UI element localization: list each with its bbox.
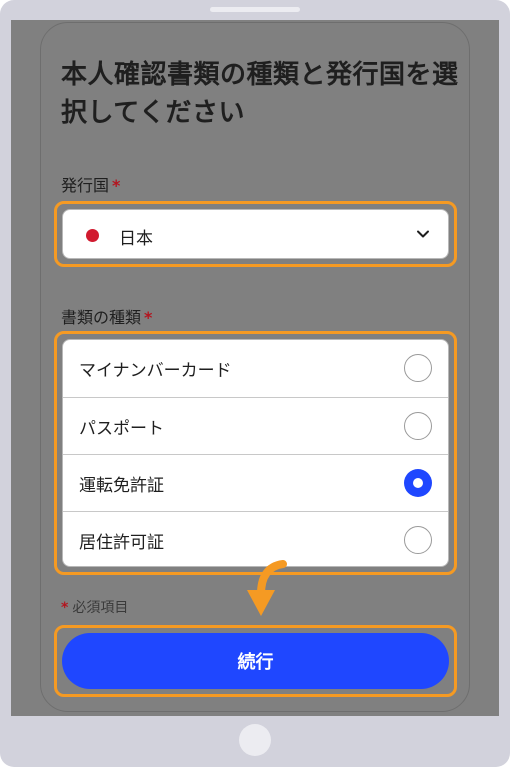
radio-button[interactable] xyxy=(404,354,432,382)
radio-option-my-number-card[interactable]: マイナンバーカード xyxy=(63,340,448,397)
radio-option-drivers-license[interactable]: 運転免許証 xyxy=(63,454,448,511)
required-note-text: 必須項目 xyxy=(72,600,129,616)
radio-option-label: 居住許可証 xyxy=(79,533,164,553)
document-type-label-text: 書類の種類 xyxy=(61,308,142,327)
speaker-slot xyxy=(210,7,300,12)
tablet-frame: 本人確認書類の種類と発行国を選択してください 発行国 * 日本 書類の種類 * マイ… xyxy=(0,0,510,767)
page-title: 本人確認書類の種類と発行国を選択してください xyxy=(61,60,459,128)
required-note-mark: * xyxy=(61,600,69,616)
continue-button[interactable]: 続行 xyxy=(62,633,449,689)
radio-option-label: マイナンバーカード xyxy=(79,361,232,381)
screen: 本人確認書類の種類と発行国を選択してください 発行国 * 日本 書類の種類 * マイ… xyxy=(11,20,499,716)
radio-button[interactable] xyxy=(404,412,432,440)
chevron-down-icon xyxy=(417,230,429,238)
radio-option-label: 運転免許証 xyxy=(79,476,164,496)
issuing-country-label: 発行国 * xyxy=(61,172,120,196)
home-button[interactable] xyxy=(239,724,271,756)
document-type-radio-group: マイナンバーカード パスポート 運転免許証 居住許可証 xyxy=(62,339,449,567)
radio-button-selected[interactable] xyxy=(404,469,432,497)
issuing-country-label-text: 発行国 xyxy=(61,176,110,195)
radio-button[interactable] xyxy=(404,526,432,554)
radio-option-passport[interactable]: パスポート xyxy=(63,397,448,454)
required-mark: * xyxy=(144,308,153,327)
radio-option-residence-permit[interactable]: 居住許可証 xyxy=(63,511,448,566)
country-select-value: 日本 xyxy=(119,229,153,249)
document-type-label: 書類の種類 * xyxy=(61,304,152,328)
radio-option-label: パスポート xyxy=(79,419,164,439)
required-note: * 必須項目 xyxy=(61,597,128,617)
country-select[interactable]: 日本 xyxy=(62,209,449,259)
pointer-arrow-icon xyxy=(247,560,287,616)
required-mark: * xyxy=(112,176,121,195)
japan-flag-icon xyxy=(86,229,99,242)
